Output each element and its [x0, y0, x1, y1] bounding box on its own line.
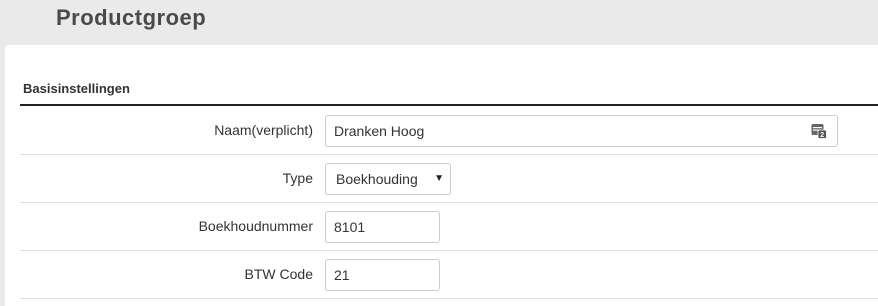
section-divider: [20, 104, 878, 106]
svg-text:2: 2: [820, 132, 824, 139]
naam-label: Naam(verplicht): [214, 122, 313, 138]
naam-input[interactable]: Dranken Hoog 2: [325, 115, 838, 147]
type-select-value: Boekhouding: [336, 171, 418, 187]
type-select[interactable]: Boekhouding ▼: [325, 163, 451, 195]
translate-icon[interactable]: 2: [811, 123, 827, 139]
section-title: Basisinstellingen: [23, 81, 130, 96]
boekhoudnummer-input[interactable]: 8101: [325, 211, 440, 243]
page-title: Productgroep: [56, 5, 207, 30]
settings-panel: Basisinstellingen Naam(verplicht) Dranke…: [5, 45, 878, 306]
form-row-boekhoudnummer: Boekhoudnummer 8101: [20, 203, 878, 251]
form-row-btw: BTW Code 21: [20, 251, 878, 299]
naam-input-value: Dranken Hoog: [334, 123, 425, 139]
page-header: Productgroep: [0, 0, 878, 44]
caret-down-icon: ▼: [434, 173, 444, 184]
type-label: Type: [282, 170, 313, 186]
boekhoudnummer-input-value: 8101: [334, 219, 366, 235]
btw-input[interactable]: 21: [325, 259, 440, 291]
btw-label: BTW Code: [244, 266, 313, 282]
btw-input-value: 21: [334, 267, 350, 283]
form-row-type: Type Boekhouding ▼: [20, 155, 878, 203]
form-row-naam: Naam(verplicht) Dranken Hoog 2: [20, 107, 878, 155]
boekhoudnummer-label: Boekhoudnummer: [198, 218, 313, 234]
